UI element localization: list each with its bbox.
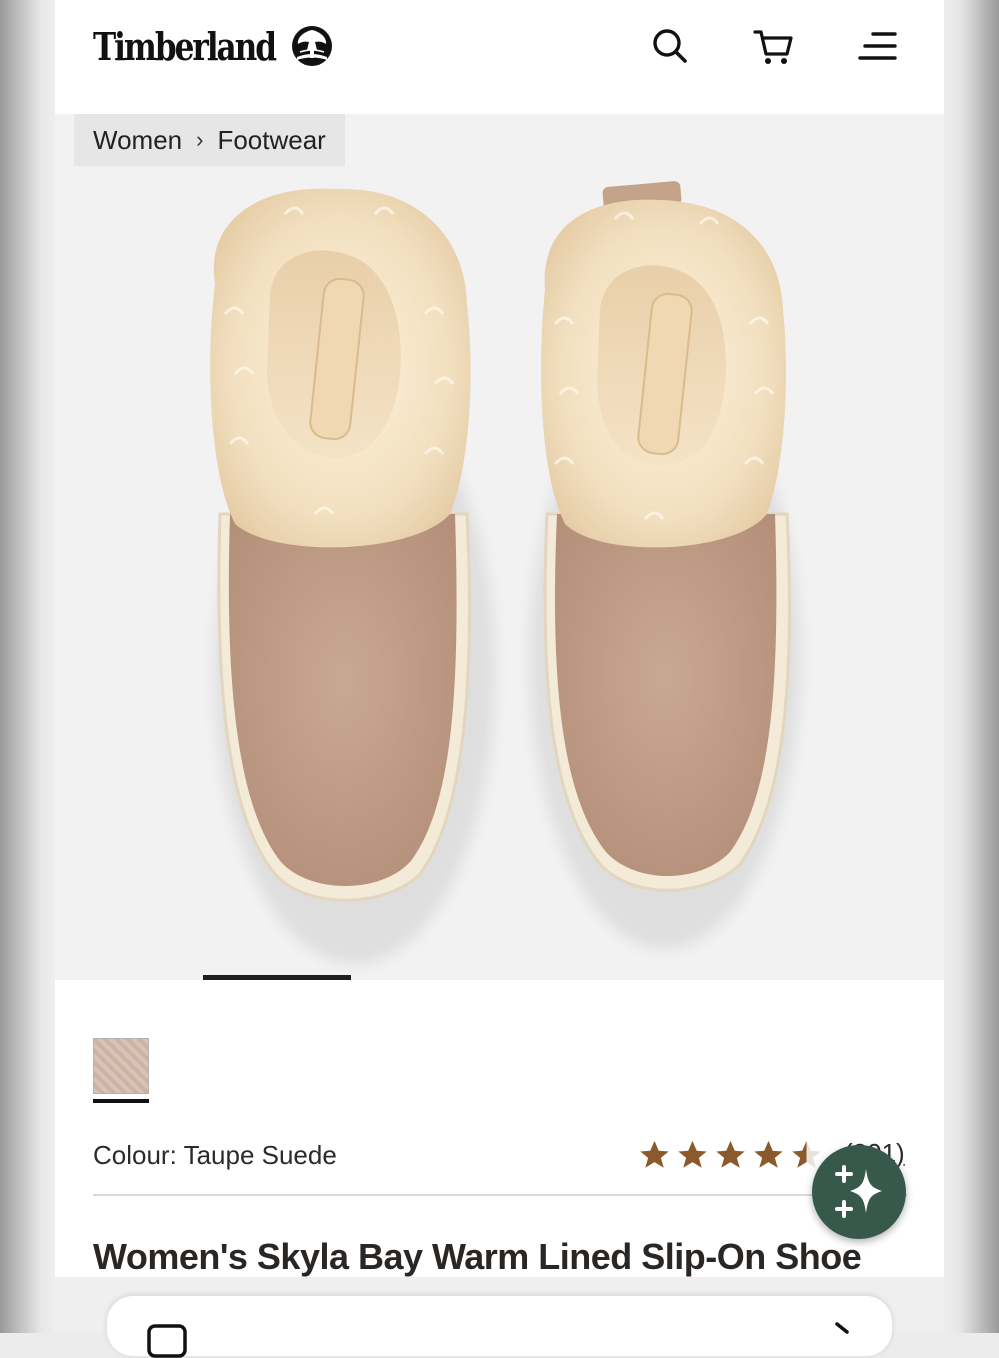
product-title: Women's Skyla Bay Warm Lined Slip-On Sho…	[93, 1236, 862, 1277]
star-icon	[716, 1140, 745, 1168]
colour-swatch-taupe-suede[interactable]	[93, 1038, 149, 1094]
swatch-selected-underline	[93, 1099, 149, 1103]
brand-logo-text: Timberland	[93, 23, 277, 69]
product-image-carousel[interactable]: Women › Footwear	[55, 114, 944, 980]
breadcrumb-footwear[interactable]: Footwear	[217, 125, 325, 156]
product-page: Timberland Women › Footwear Colour: Taup…	[55, 0, 944, 1277]
right-shoe	[530, 181, 800, 949]
breadcrumb-women[interactable]: Women	[93, 125, 182, 156]
sticky-bottom-bar[interactable]	[107, 1296, 892, 1358]
sparkle-icon	[835, 1165, 882, 1218]
tree-logo-icon	[292, 26, 332, 66]
brand-logo[interactable]: Timberland	[93, 18, 332, 74]
star-icon	[678, 1140, 707, 1168]
product-image	[210, 181, 800, 964]
star-rating[interactable]	[637, 1138, 824, 1172]
menu-icon[interactable]	[855, 24, 899, 68]
cart-icon[interactable]	[751, 24, 795, 68]
carousel-indicator[interactable]	[203, 975, 351, 980]
bag-icon	[147, 1324, 187, 1358]
chevron-right-icon	[835, 1322, 849, 1334]
divider	[93, 1194, 907, 1196]
breadcrumb: Women › Footwear	[74, 114, 345, 166]
site-header: Timberland	[55, 0, 944, 114]
left-shoe	[210, 188, 495, 964]
search-icon[interactable]	[648, 24, 692, 68]
ai-assistant-button[interactable]	[812, 1145, 906, 1239]
chevron-right-icon: ›	[196, 127, 204, 152]
colour-label: Colour: Taupe Suede	[93, 1140, 337, 1170]
star-icon	[754, 1140, 783, 1168]
star-icon	[640, 1140, 669, 1168]
colour-rating-row: Colour: Taupe Suede (301)	[93, 1138, 905, 1178]
